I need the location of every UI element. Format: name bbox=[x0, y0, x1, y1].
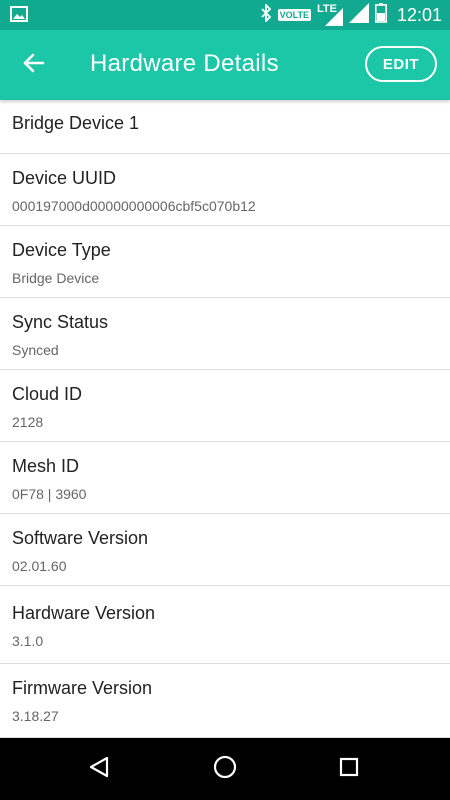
battery-icon bbox=[374, 3, 387, 27]
detail-value: 0F78 | 3960 bbox=[12, 486, 87, 502]
detail-label: Sync Status bbox=[12, 312, 109, 332]
arrow-left-icon bbox=[22, 51, 46, 79]
detail-label: Mesh ID bbox=[12, 456, 80, 476]
image-icon bbox=[10, 6, 28, 22]
edit-button[interactable]: EDIT bbox=[365, 46, 437, 82]
detail-value: Synced bbox=[12, 342, 59, 358]
nav-home-button[interactable] bbox=[210, 754, 240, 784]
detail-row-hardware-version: Hardware Version 3.1.0 bbox=[0, 586, 450, 664]
hardware-details-list: Bridge Device 1 Device UUID 000197000d00… bbox=[0, 100, 450, 738]
page-title: Hardware Details bbox=[90, 50, 279, 77]
detail-label: Device UUID bbox=[12, 168, 117, 188]
clock: 12:01 bbox=[396, 4, 442, 25]
detail-value: 3.18.27 bbox=[12, 708, 59, 724]
detail-value: 02.01.60 bbox=[12, 558, 67, 574]
detail-value: 000197000d00000000006cbf5c070b12 bbox=[12, 198, 256, 214]
detail-label: Device Type bbox=[12, 240, 111, 260]
recents-square-icon bbox=[337, 755, 361, 783]
volte-badge: VOLTE bbox=[277, 9, 311, 21]
detail-row-sync-status: Sync Status Synced bbox=[0, 298, 450, 370]
detail-label: Software Version bbox=[12, 528, 149, 548]
bluetooth-icon bbox=[260, 2, 272, 26]
app-bar: Hardware Details EDIT bbox=[0, 30, 450, 100]
detail-value: 3.1.0 bbox=[12, 633, 44, 649]
detail-row-device-uuid: Device UUID 000197000d00000000006cbf5c07… bbox=[0, 154, 450, 226]
detail-value: Bridge Device bbox=[12, 270, 100, 286]
signal-icon bbox=[348, 3, 369, 27]
detail-row-mesh-id: Mesh ID 0F78 | 3960 bbox=[0, 442, 450, 514]
nav-back-button[interactable] bbox=[84, 754, 114, 784]
detail-value: 2128 bbox=[12, 414, 44, 430]
detail-row-firmware-version: Firmware Version 3.18.27 bbox=[0, 664, 450, 738]
device-name-row: Bridge Device 1 bbox=[0, 100, 450, 154]
detail-label: Cloud ID bbox=[12, 384, 83, 404]
status-bar: VOLTE LTE 12:01 bbox=[0, 0, 450, 30]
lte-signal: LTE bbox=[317, 4, 343, 26]
detail-label: Firmware Version bbox=[12, 678, 153, 698]
back-triangle-icon bbox=[87, 755, 111, 783]
home-circle-icon bbox=[212, 754, 238, 784]
back-button[interactable] bbox=[16, 47, 52, 83]
detail-row-device-type: Device Type Bridge Device bbox=[0, 226, 450, 298]
device-name: Bridge Device 1 bbox=[12, 113, 140, 133]
nav-recents-button[interactable] bbox=[334, 754, 364, 784]
navigation-bar bbox=[0, 738, 450, 800]
detail-row-cloud-id: Cloud ID 2128 bbox=[0, 370, 450, 442]
detail-label: Hardware Version bbox=[12, 603, 156, 623]
detail-row-software-version: Software Version 02.01.60 bbox=[0, 514, 450, 586]
